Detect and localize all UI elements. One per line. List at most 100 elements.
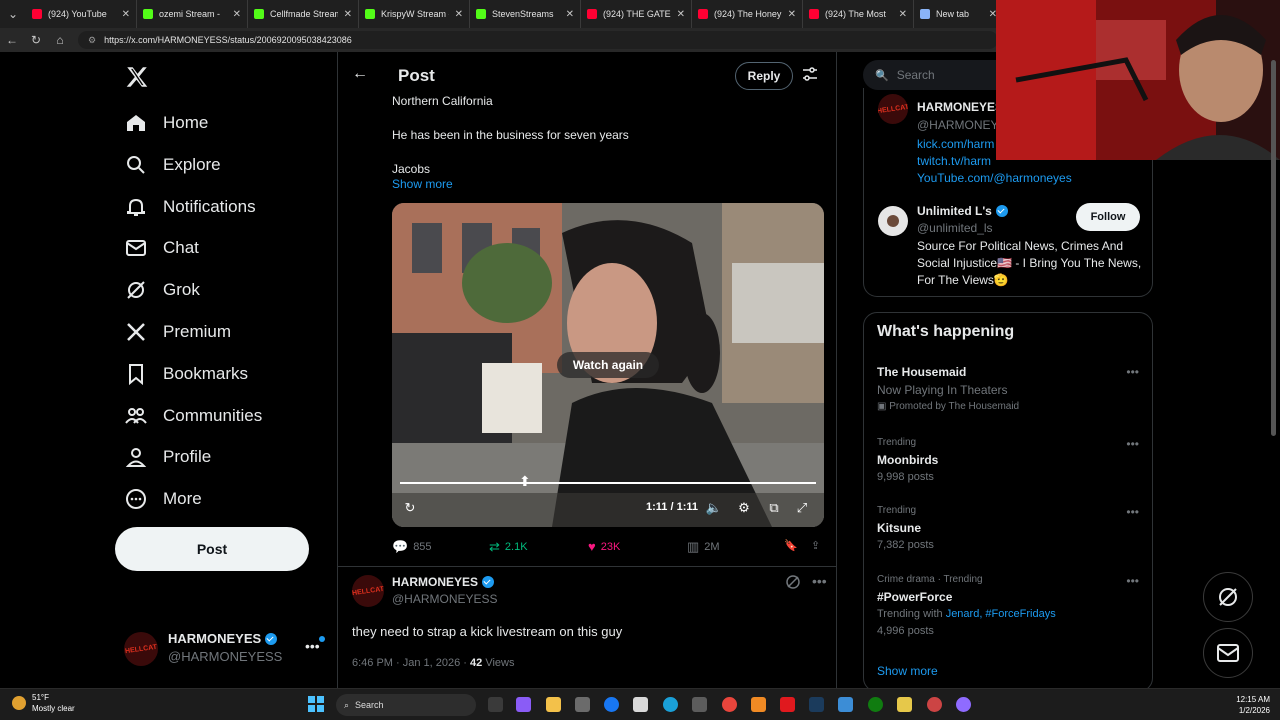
- bio-link[interactable]: YouTube.com/@harmoneyes: [917, 170, 1072, 187]
- tab-search-chevron-icon[interactable]: ⌄: [0, 0, 26, 28]
- store-icon[interactable]: [575, 697, 590, 712]
- communities-icon: [124, 404, 148, 428]
- notes-icon[interactable]: [897, 697, 912, 712]
- browser-tab[interactable]: (924) The Honey Sc✕: [692, 0, 803, 28]
- show-more-link[interactable]: Show more: [877, 664, 938, 678]
- pip-icon[interactable]: ⧉: [766, 500, 782, 516]
- more-dots-icon[interactable]: •••: [1126, 437, 1139, 451]
- page-scrollbar[interactable]: [1270, 52, 1278, 688]
- app-icon[interactable]: [927, 697, 942, 712]
- messages-fab-icon[interactable]: [1203, 628, 1253, 678]
- trend-item[interactable]: The Housemaid Now Playing In Theaters ▣ …: [877, 365, 1147, 412]
- close-icon[interactable]: ✕: [566, 9, 574, 20]
- video-player[interactable]: Watch again ⬆ ↻ 1:11 / 1:11 🔈 ⚙ ⧉ ⤢: [392, 203, 824, 527]
- video-settings-icon[interactable]: ⚙: [736, 500, 752, 516]
- fullscreen-icon[interactable]: ⤢: [794, 500, 810, 516]
- close-icon[interactable]: ✕: [233, 9, 241, 20]
- trend-item[interactable]: Trending Kitsune 7,382 posts •••: [877, 505, 1147, 551]
- reply-author-name[interactable]: HARMONEYES: [392, 575, 495, 589]
- trend-item[interactable]: Crime drama · Trending #PowerForce Trend…: [877, 574, 1147, 637]
- obs-icon[interactable]: [956, 697, 971, 712]
- reply-button[interactable]: Reply: [735, 62, 793, 90]
- grok-icon[interactable]: [785, 574, 801, 590]
- weather-widget[interactable]: 51°F Mostly clear: [12, 692, 75, 714]
- more-dots-icon[interactable]: •••: [1126, 574, 1139, 588]
- reply-post[interactable]: HELLCAT HARMONEYES @HARMONEYESS ••• they…: [338, 566, 836, 688]
- video-progress-bar[interactable]: [400, 482, 816, 484]
- close-icon[interactable]: ✕: [122, 9, 130, 20]
- nav-item-more[interactable]: More: [124, 484, 202, 514]
- repost-action[interactable]: ⇄ 2.1K: [489, 539, 528, 555]
- edge-icon[interactable]: [663, 697, 678, 712]
- account-switcher[interactable]: HELLCAT HARMONEYES @HARMONEYESS •••: [124, 630, 334, 674]
- reload-icon[interactable]: ↻: [24, 28, 48, 52]
- copilot-icon[interactable]: [516, 697, 531, 712]
- grok-fab-icon[interactable]: [1203, 572, 1253, 622]
- scrollbar-thumb[interactable]: [1271, 60, 1276, 436]
- avatar[interactable]: HELLCAT: [352, 575, 384, 607]
- browser-tab[interactable]: Cellfmade Stream - ✕: [248, 0, 359, 28]
- app-icon[interactable]: [838, 697, 853, 712]
- bio-link[interactable]: kick.com/harm: [917, 136, 994, 153]
- browser-tab[interactable]: (924) The Most ✕: [803, 0, 914, 28]
- watch-again-button[interactable]: Watch again: [557, 352, 659, 378]
- back-icon[interactable]: ←: [0, 28, 24, 52]
- facebook-icon[interactable]: [604, 697, 619, 712]
- file-explorer-icon[interactable]: [546, 697, 561, 712]
- close-icon[interactable]: ✕: [788, 9, 796, 20]
- reply-action[interactable]: 💬 855: [392, 539, 432, 555]
- bookmark-icon[interactable]: 🔖: [784, 539, 798, 552]
- more-dots-icon[interactable]: •••: [1126, 505, 1139, 519]
- browser-tab[interactable]: ozemi Stream - ✕: [137, 0, 248, 28]
- close-icon[interactable]: ✕: [344, 9, 352, 20]
- xbox-icon[interactable]: [868, 697, 883, 712]
- like-action[interactable]: ♥ 23K: [588, 539, 620, 554]
- close-icon[interactable]: ✕: [677, 9, 685, 20]
- share-icon[interactable]: ⇪: [811, 539, 820, 552]
- x-logo-icon[interactable]: [124, 64, 150, 90]
- chrome-icon[interactable]: [722, 697, 737, 712]
- steam-icon[interactable]: [809, 697, 824, 712]
- taskbar-clock[interactable]: 12:15 AM 1/2/2026: [1226, 694, 1270, 716]
- nav-item-explore[interactable]: Explore: [124, 150, 221, 180]
- bio-link[interactable]: twitch.tv/harm: [917, 153, 991, 170]
- amazon-icon[interactable]: [633, 697, 648, 712]
- trend-item[interactable]: Trending Moonbirds 9,998 posts •••: [877, 437, 1147, 483]
- nav-item-home[interactable]: Home: [124, 108, 208, 138]
- close-icon[interactable]: ✕: [899, 9, 907, 20]
- nav-item-profile[interactable]: Profile: [124, 442, 211, 472]
- taskbar-search[interactable]: ⌕ Search: [336, 694, 476, 716]
- url-input[interactable]: ⚙ https://x.com/HARMONEYESS/status/20069…: [78, 31, 998, 49]
- more-dots-icon[interactable]: •••: [305, 638, 320, 654]
- task-view-icon[interactable]: [488, 697, 503, 712]
- app-icon[interactable]: [751, 697, 766, 712]
- post-button[interactable]: Post: [115, 527, 309, 571]
- browser-tab[interactable]: (924) THE GATE PRO✕: [581, 0, 692, 28]
- youtube-icon[interactable]: [780, 697, 795, 712]
- replay-icon[interactable]: ↻: [402, 500, 418, 516]
- browser-tab[interactable]: StevenStreams ✕: [470, 0, 581, 28]
- views-action[interactable]: ▥ 2M: [687, 539, 720, 555]
- calculator-icon[interactable]: [692, 697, 707, 712]
- nav-item-premium[interactable]: Premium: [124, 317, 231, 347]
- browser-tab[interactable]: New tab ✕: [914, 0, 1004, 28]
- nav-item-grok[interactable]: Grok: [124, 275, 200, 305]
- browser-tab[interactable]: (924) YouTube ✕: [26, 0, 137, 28]
- show-more-link[interactable]: Show more: [392, 177, 453, 191]
- follow-button[interactable]: Follow: [1076, 203, 1140, 231]
- nav-item-bookmarks[interactable]: Bookmarks: [124, 359, 248, 389]
- back-arrow-icon[interactable]: ←: [352, 65, 368, 83]
- reply-author-handle[interactable]: @HARMONEYESS: [392, 592, 498, 606]
- site-info-icon[interactable]: ⚙: [88, 35, 96, 46]
- settings-sliders-icon[interactable]: [802, 66, 818, 82]
- volume-icon[interactable]: 🔈: [706, 500, 722, 516]
- nav-item-chat[interactable]: Chat: [124, 233, 199, 263]
- windows-start-icon[interactable]: [308, 696, 324, 712]
- close-icon[interactable]: ✕: [455, 9, 463, 20]
- browser-tab[interactable]: KrispyW Stream - W✕: [359, 0, 470, 28]
- nav-item-notifications[interactable]: Notifications: [124, 192, 256, 222]
- more-dots-icon[interactable]: •••: [1126, 365, 1139, 379]
- nav-item-communities[interactable]: Communities: [124, 401, 262, 431]
- more-dots-icon[interactable]: •••: [812, 573, 827, 589]
- home-browser-icon[interactable]: ⌂: [48, 28, 72, 52]
